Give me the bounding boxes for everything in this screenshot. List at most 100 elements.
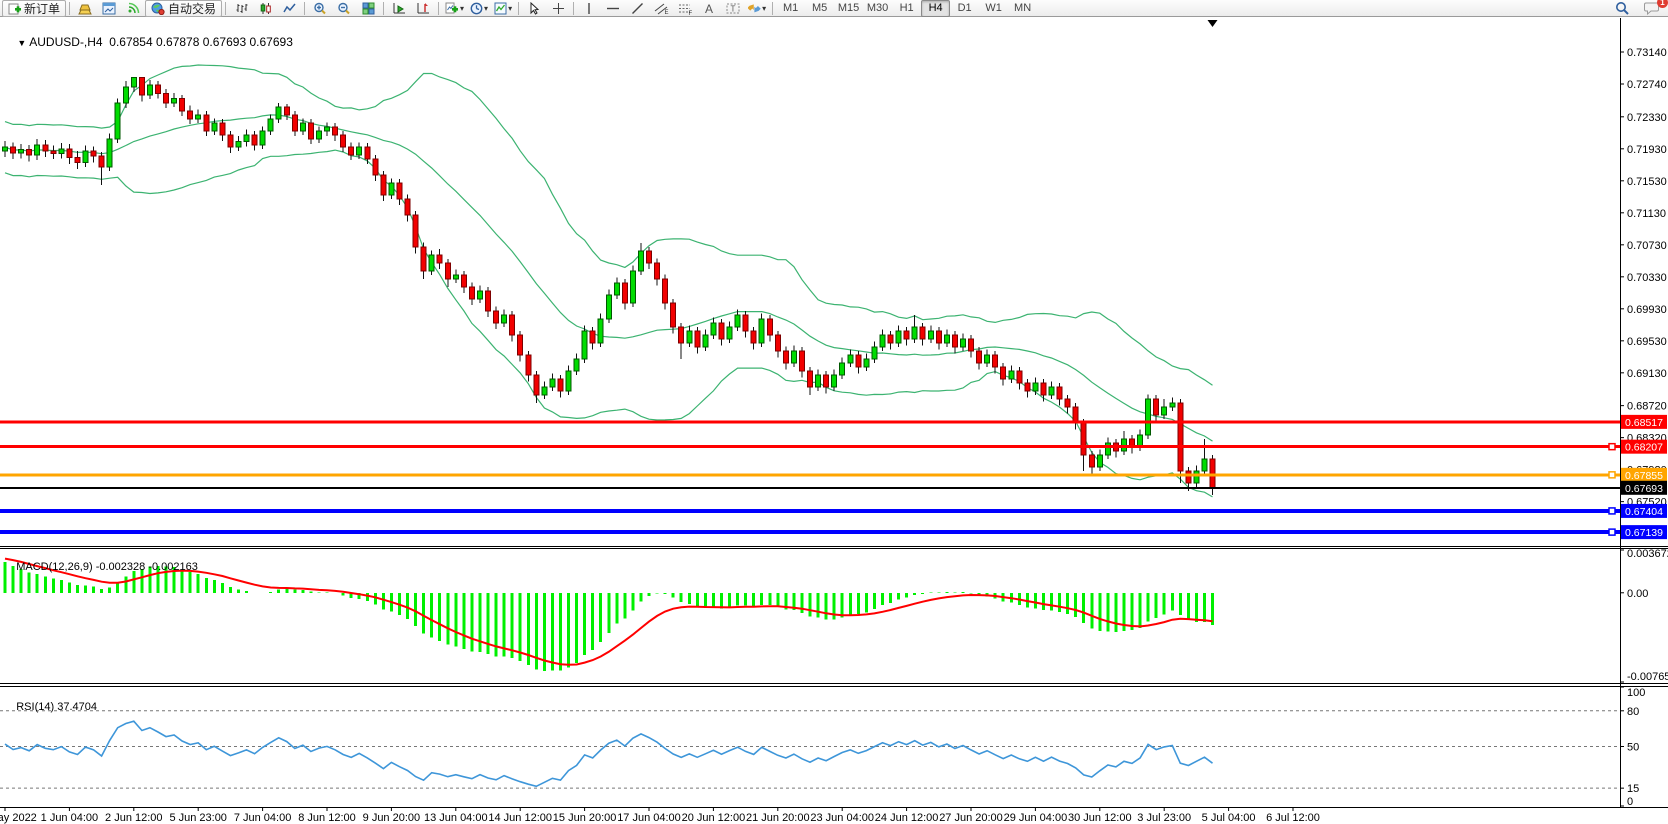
svg-text:0.68207: 0.68207: [1625, 442, 1663, 454]
svg-text:1 Jun 04:00: 1 Jun 04:00: [41, 812, 99, 824]
collapse-arrow-icon[interactable]: ▼: [17, 38, 26, 48]
bar-chart-mode-button[interactable]: [229, 0, 253, 17]
close-value: 0.67693: [249, 35, 292, 49]
chart-shift-icon: [416, 2, 430, 15]
svg-text:0.00: 0.00: [1627, 588, 1648, 600]
timeframe-button-m30[interactable]: M30: [863, 0, 892, 17]
svg-text:30 May 2022: 30 May 2022: [0, 812, 37, 824]
channel-icon: E: [654, 2, 669, 15]
symbol-period-label: AUDUSD-,H4: [29, 35, 102, 49]
svg-text:F: F: [688, 11, 692, 15]
svg-text:0.69930: 0.69930: [1627, 304, 1667, 316]
svg-text:80: 80: [1627, 706, 1639, 718]
chart-shift-button[interactable]: [411, 0, 435, 17]
horizontal-line-tool-button[interactable]: [601, 0, 625, 17]
charts-window-button[interactable]: [97, 0, 121, 17]
svg-text:3 Jul 23:00: 3 Jul 23:00: [1137, 812, 1191, 824]
add-indicator-icon: [445, 2, 459, 15]
svg-text:8 Jun 12:00: 8 Jun 12:00: [298, 812, 356, 824]
text-tool-button[interactable]: A: [697, 0, 721, 17]
timeframe-button-m5[interactable]: M5: [805, 0, 834, 17]
timeframe-button-w1[interactable]: W1: [979, 0, 1008, 17]
timeframe-button-m15[interactable]: M15: [834, 0, 863, 17]
text-label-tool-button[interactable]: T: [721, 0, 745, 17]
equidistant-channel-tool-button[interactable]: E: [649, 0, 673, 17]
new-order-button[interactable]: 新订单: [2, 0, 66, 17]
timeframe-button-h4[interactable]: H4: [921, 0, 950, 17]
cursor-icon: [528, 2, 540, 15]
toolbar-separator: [518, 2, 519, 15]
toolbar-separator: [304, 2, 305, 15]
timeframe-button-d1[interactable]: D1: [950, 0, 979, 17]
signal-waves-icon: [126, 2, 140, 15]
auto-trading-label: 自动交易: [168, 0, 216, 17]
chart-shift-marker[interactable]: [1208, 20, 1218, 27]
svg-text:0.70730: 0.70730: [1627, 240, 1667, 252]
zoom-in-button[interactable]: [308, 0, 332, 17]
svg-text:0.71930: 0.71930: [1627, 144, 1667, 156]
svg-text:A: A: [705, 2, 713, 15]
svg-text:0.67693: 0.67693: [1625, 483, 1663, 495]
svg-text:30 Jun 12:00: 30 Jun 12:00: [1068, 812, 1132, 824]
toolbar-separator: [573, 2, 574, 15]
main-toolbar: 新订单 自动交易: [0, 0, 1668, 17]
toolbar-separator: [69, 2, 70, 15]
candlestick-mode-button[interactable]: [253, 0, 277, 17]
zoom-out-icon: [337, 2, 351, 15]
svg-text:T: T: [731, 4, 736, 13]
label-icon: T: [726, 2, 740, 15]
svg-text:29 Jun 04:00: 29 Jun 04:00: [1004, 812, 1068, 824]
vertical-line-tool-button[interactable]: [577, 0, 601, 17]
candlestick-icon: [259, 2, 272, 15]
chart-canvas[interactable]: 0.731400.727400.723300.719300.715300.711…: [0, 0, 1668, 824]
auto-scroll-button[interactable]: [387, 0, 411, 17]
svg-text:2 Jun 12:00: 2 Jun 12:00: [105, 812, 163, 824]
timeframe-button-h1[interactable]: H1: [892, 0, 921, 17]
zoom-out-button[interactable]: [332, 0, 356, 17]
svg-text:E: E: [664, 10, 668, 15]
panel-frames: [0, 18, 1668, 808]
svg-text:24 Jun 12:00: 24 Jun 12:00: [875, 812, 939, 824]
templates-button[interactable]: ▾: [491, 0, 515, 17]
cursor-tool-button[interactable]: [522, 0, 546, 17]
market-button[interactable]: [73, 0, 97, 17]
line-chart-mode-button[interactable]: [277, 0, 301, 17]
indicators-button[interactable]: ▾: [442, 0, 467, 17]
svg-text:0.71530: 0.71530: [1627, 176, 1667, 188]
svg-text:17 Jun 04:00: 17 Jun 04:00: [617, 812, 681, 824]
chart-ohlc-header: ▼AUDUSD-,H4 0.67854 0.67878 0.67693 0.67…: [4, 21, 293, 63]
fibonacci-tool-button[interactable]: F: [673, 0, 697, 17]
svg-text:0.68517: 0.68517: [1625, 417, 1663, 429]
crosshair-tool-button[interactable]: [546, 0, 570, 17]
crosshair-icon: [552, 2, 565, 15]
rsi-indicator-label: RSI(14) 37.4704: [4, 689, 97, 725]
timeframe-button-m1[interactable]: M1: [776, 0, 805, 17]
rsi-value: 37.4704: [57, 701, 97, 713]
line-chart-icon: [283, 2, 296, 15]
macd-title: MACD(12,26,9): [16, 561, 92, 573]
svg-text:0.72740: 0.72740: [1627, 79, 1667, 91]
rsi-title: RSI(14): [16, 701, 54, 713]
svg-text:100: 100: [1627, 687, 1645, 699]
trendline-tool-button[interactable]: [625, 0, 649, 17]
chart-window-icon: [102, 2, 116, 15]
trading-platform-window: 新订单 自动交易: [0, 0, 1668, 824]
arrows-tool-button[interactable]: ▾: [745, 0, 769, 17]
tile-windows-button[interactable]: [356, 0, 380, 17]
svg-text:20 Jun 12:00: 20 Jun 12:00: [682, 812, 746, 824]
vertical-line-icon: [584, 2, 594, 15]
search-button[interactable]: [1610, 0, 1634, 17]
auto-trading-button[interactable]: 自动交易: [145, 0, 222, 17]
horizontal-level-lines[interactable]: [0, 422, 1620, 532]
svg-text:15 Jun 20:00: 15 Jun 20:00: [553, 812, 617, 824]
clock-icon: [470, 2, 483, 15]
bollinger-bands: [5, 65, 1213, 497]
svg-text:27 Jun 20:00: 27 Jun 20:00: [939, 812, 1003, 824]
signals-button[interactable]: [121, 0, 145, 17]
svg-text:14 Jun 12:00: 14 Jun 12:00: [488, 812, 552, 824]
periods-button[interactable]: ▾: [467, 0, 491, 17]
timeframe-button-mn[interactable]: MN: [1008, 0, 1037, 17]
svg-text:0.69130: 0.69130: [1627, 368, 1667, 380]
chat-button[interactable]: 1: [1640, 0, 1664, 17]
rsi-panel: [0, 711, 1620, 788]
